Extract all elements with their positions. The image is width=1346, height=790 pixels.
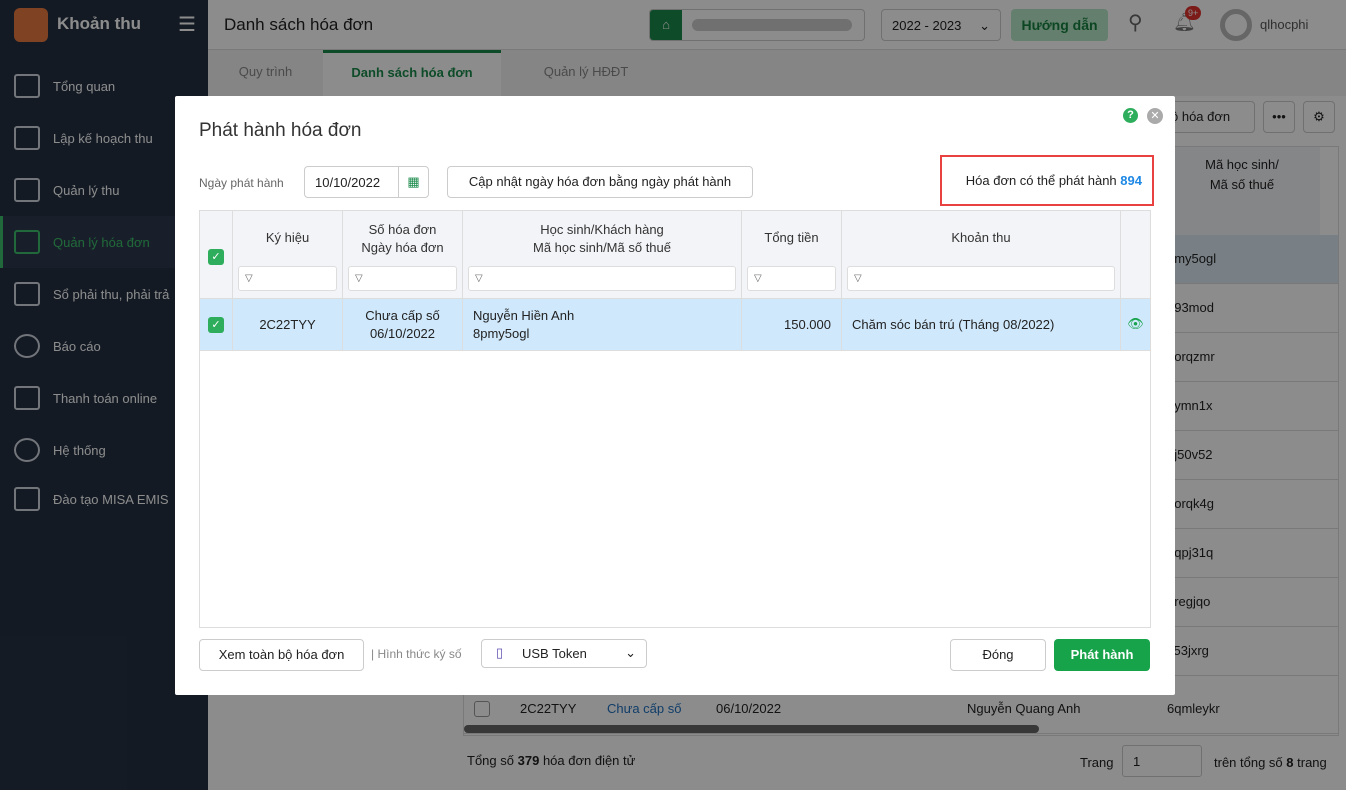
cell-student: Nguyễn Hiền Anh 8pmy5ogl [463,299,742,350]
cell-symbol: 2C22TYY [233,299,343,350]
column-header-symbol: Ký hiệu ▽ [233,211,343,298]
view-all-invoices-button[interactable]: Xem toàn bộ hóa đơn [199,639,364,671]
dialog-title: Phát hành hóa đơn [199,120,362,141]
select-all-header: ✓ [200,211,233,298]
sign-method-label: | Hình thức ký số [371,647,462,661]
sign-method-select[interactable]: ▯ USB Token ⌄ [481,639,647,668]
row-checkbox[interactable]: ✓ [208,317,224,333]
issue-date-value: 10/10/2022 [315,175,381,190]
filter-input[interactable]: ▽ [238,266,337,291]
issue-invoice-dialog: Phát hành hóa đơn ? ✕ Ngày phát hành 10/… [175,96,1175,695]
eye-icon[interactable]: 👁︎ [1121,299,1150,350]
cell-total: 150.000 [742,299,842,350]
issue-button[interactable]: Phát hành [1054,639,1150,671]
close-icon[interactable]: ✕ [1147,108,1163,124]
filter-input[interactable]: ▽ [348,266,457,291]
issue-date-label: Ngày phát hành [199,176,284,190]
column-header-fee: Khoản thu ▽ [842,211,1121,298]
filter-input[interactable]: ▽ [747,266,836,291]
invoice-grid: ✓ Ký hiệu ▽ Số hóa đơn Ngày hóa đơn ▽ Học s… [199,210,1151,628]
sign-method-value: USB Token [522,646,587,661]
filter-input[interactable]: ▽ [847,266,1115,291]
cell-fee: Chăm sóc bán trú (Tháng 08/2022) [842,299,1121,350]
chevron-down-icon: ⌄ [625,645,636,660]
issuable-count-box: Hóa đơn có thể phát hành 894 [940,155,1154,206]
cell-checkbox: ✓ [200,299,233,350]
usb-icon: ▯ [496,645,504,660]
select-all-checkbox[interactable]: ✓ [208,249,224,265]
count-value: 894 [1120,173,1142,188]
count-label: Hóa đơn có thể phát hành [965,173,1117,188]
filter-input[interactable]: ▽ [468,266,736,291]
column-header-actions [1121,211,1150,298]
issue-date-input[interactable]: 10/10/2022 ▦ [304,166,429,198]
table-row[interactable]: ✓ 2C22TYY Chưa cấp số 06/10/2022 Nguyễn H… [200,298,1150,351]
close-button[interactable]: Đóng [950,639,1046,671]
column-header-student: Học sinh/Khách hàng Mã học sinh/Mã số thu… [463,211,742,298]
calendar-icon[interactable]: ▦ [398,167,428,197]
column-header-total: Tổng tiền ▽ [742,211,842,298]
help-icon[interactable]: ? [1123,108,1138,123]
column-header-number: Số hóa đơn Ngày hóa đơn ▽ [343,211,463,298]
update-date-button[interactable]: Cập nhật ngày hóa đơn bằng ngày phát hàn… [447,166,753,198]
cell-number-date: Chưa cấp số 06/10/2022 [343,299,463,350]
